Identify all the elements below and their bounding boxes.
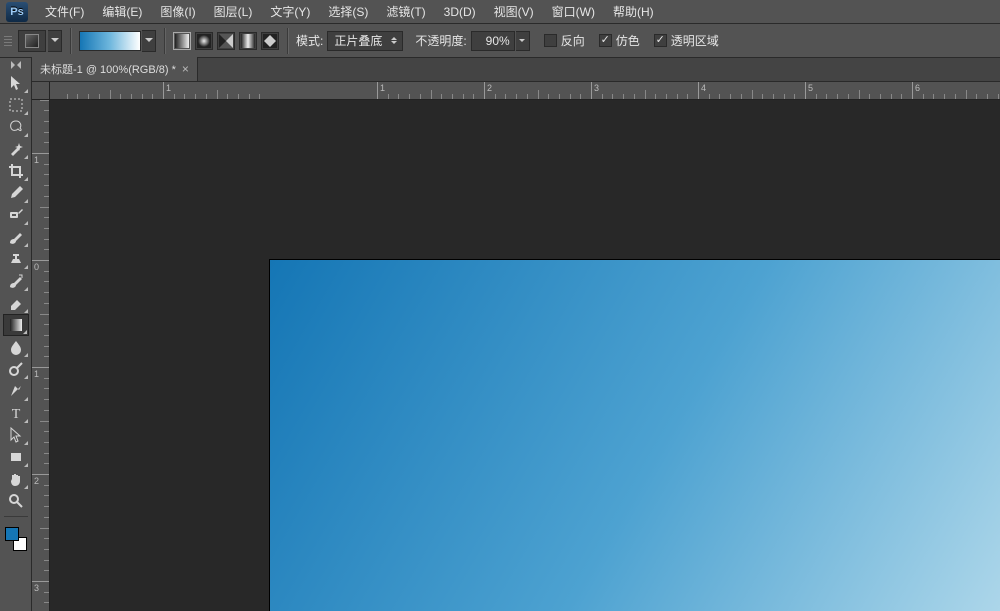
combo-arrows-icon — [388, 34, 400, 47]
svg-text:T: T — [11, 407, 20, 421]
close-icon[interactable]: × — [182, 62, 189, 76]
menu-filter[interactable]: 滤镜(T) — [377, 0, 434, 24]
brush-tool[interactable] — [3, 226, 29, 248]
options-bar: 模式: 正片叠底 不透明度: 90% 反向 仿色 透明区域 — [0, 24, 1000, 58]
opacity-label: 不透明度: — [415, 32, 466, 49]
workspace: T 未标题-1 @ 100%(RGB/8) * × 1123456 10123 — [0, 58, 1000, 611]
dither-label: 仿色 — [616, 32, 640, 49]
reverse-checkbox-wrap[interactable]: 反向 — [544, 32, 585, 49]
blend-mode-select[interactable]: 正片叠底 — [327, 31, 403, 51]
eyedropper-tool[interactable] — [3, 182, 29, 204]
dodge-tool[interactable] — [3, 358, 29, 380]
menu-file[interactable]: 文件(F) — [36, 0, 93, 24]
menu-window[interactable]: 窗口(W) — [543, 0, 604, 24]
separator — [287, 28, 288, 54]
menu-3d[interactable]: 3D(D) — [435, 0, 485, 24]
gradient-type-group — [173, 32, 279, 50]
gradient-angle-button[interactable] — [217, 32, 235, 50]
document-tab-bar: 未标题-1 @ 100%(RGB/8) * × — [32, 58, 1000, 82]
canvas-viewport[interactable] — [50, 100, 1000, 611]
separator — [164, 28, 165, 54]
tool-separator — [4, 516, 28, 517]
document-tab[interactable]: 未标题-1 @ 100%(RGB/8) * × — [32, 57, 198, 81]
opacity-input[interactable]: 90% — [471, 31, 515, 51]
gradient-linear-button[interactable] — [173, 32, 191, 50]
blend-mode-value: 正片叠底 — [334, 32, 382, 49]
tool-preset-picker[interactable] — [18, 30, 46, 52]
type-tool[interactable]: T — [3, 402, 29, 424]
color-swatches[interactable] — [3, 525, 29, 553]
mode-label: 模式: — [296, 32, 323, 49]
eraser-tool[interactable] — [3, 292, 29, 314]
tool-preset-dropdown-icon[interactable] — [48, 30, 62, 52]
marquee-tool[interactable] — [3, 94, 29, 116]
tool-panel: T — [0, 58, 32, 611]
menu-layer[interactable]: 图层(L) — [205, 0, 262, 24]
blur-tool[interactable] — [3, 336, 29, 358]
hand-tool[interactable] — [3, 468, 29, 490]
separator — [70, 28, 71, 54]
menu-type[interactable]: 文字(Y) — [261, 0, 319, 24]
document-area: 未标题-1 @ 100%(RGB/8) * × 1123456 10123 — [32, 58, 1000, 611]
opacity-value: 90% — [486, 34, 510, 48]
menu-select[interactable]: 选择(S) — [319, 0, 377, 24]
lasso-tool[interactable] — [3, 116, 29, 138]
history-brush-tool[interactable] — [3, 270, 29, 292]
menu-bar: Ps 文件(F) 编辑(E) 图像(I) 图层(L) 文字(Y) 选择(S) 滤… — [0, 0, 1000, 24]
menu-edit[interactable]: 编辑(E) — [93, 0, 151, 24]
gradient-picker-dropdown-icon[interactable] — [142, 30, 156, 52]
gradient-swatch[interactable] — [79, 31, 141, 51]
zoom-tool[interactable] — [3, 490, 29, 512]
reverse-label: 反向 — [561, 32, 585, 49]
panel-collapse-icon[interactable] — [1, 60, 31, 70]
gradient-radial-button[interactable] — [195, 32, 213, 50]
document-tab-label: 未标题-1 @ 100%(RGB/8) * — [40, 61, 176, 77]
gradient-tool[interactable] — [3, 314, 29, 336]
transparency-checkbox[interactable] — [654, 34, 667, 47]
gradient-diamond-button[interactable] — [261, 32, 279, 50]
menu-image[interactable]: 图像(I) — [151, 0, 204, 24]
reverse-checkbox[interactable] — [544, 34, 557, 47]
transparency-checkbox-wrap[interactable]: 透明区域 — [654, 32, 719, 49]
opacity-flyout-icon[interactable] — [516, 31, 530, 51]
move-tool[interactable] — [3, 72, 29, 94]
menu-view[interactable]: 视图(V) — [485, 0, 543, 24]
clone-stamp-tool[interactable] — [3, 248, 29, 270]
crop-tool[interactable] — [3, 160, 29, 182]
options-grip-icon[interactable] — [4, 28, 12, 54]
gradient-reflected-button[interactable] — [239, 32, 257, 50]
transparency-label: 透明区域 — [671, 32, 719, 49]
app-logo: Ps — [6, 2, 28, 22]
ruler-origin[interactable] — [32, 82, 50, 100]
canvas[interactable] — [270, 260, 1000, 611]
horizontal-ruler[interactable]: 1123456 — [50, 82, 1000, 100]
path-select-tool[interactable] — [3, 424, 29, 446]
dither-checkbox-wrap[interactable]: 仿色 — [599, 32, 640, 49]
rectangle-tool[interactable] — [3, 446, 29, 468]
vertical-ruler[interactable]: 10123 — [32, 100, 50, 611]
foreground-color-swatch[interactable] — [5, 527, 19, 541]
pen-tool[interactable] — [3, 380, 29, 402]
spot-heal-tool[interactable] — [3, 204, 29, 226]
magic-wand-tool[interactable] — [3, 138, 29, 160]
dither-checkbox[interactable] — [599, 34, 612, 47]
menu-help[interactable]: 帮助(H) — [604, 0, 663, 24]
